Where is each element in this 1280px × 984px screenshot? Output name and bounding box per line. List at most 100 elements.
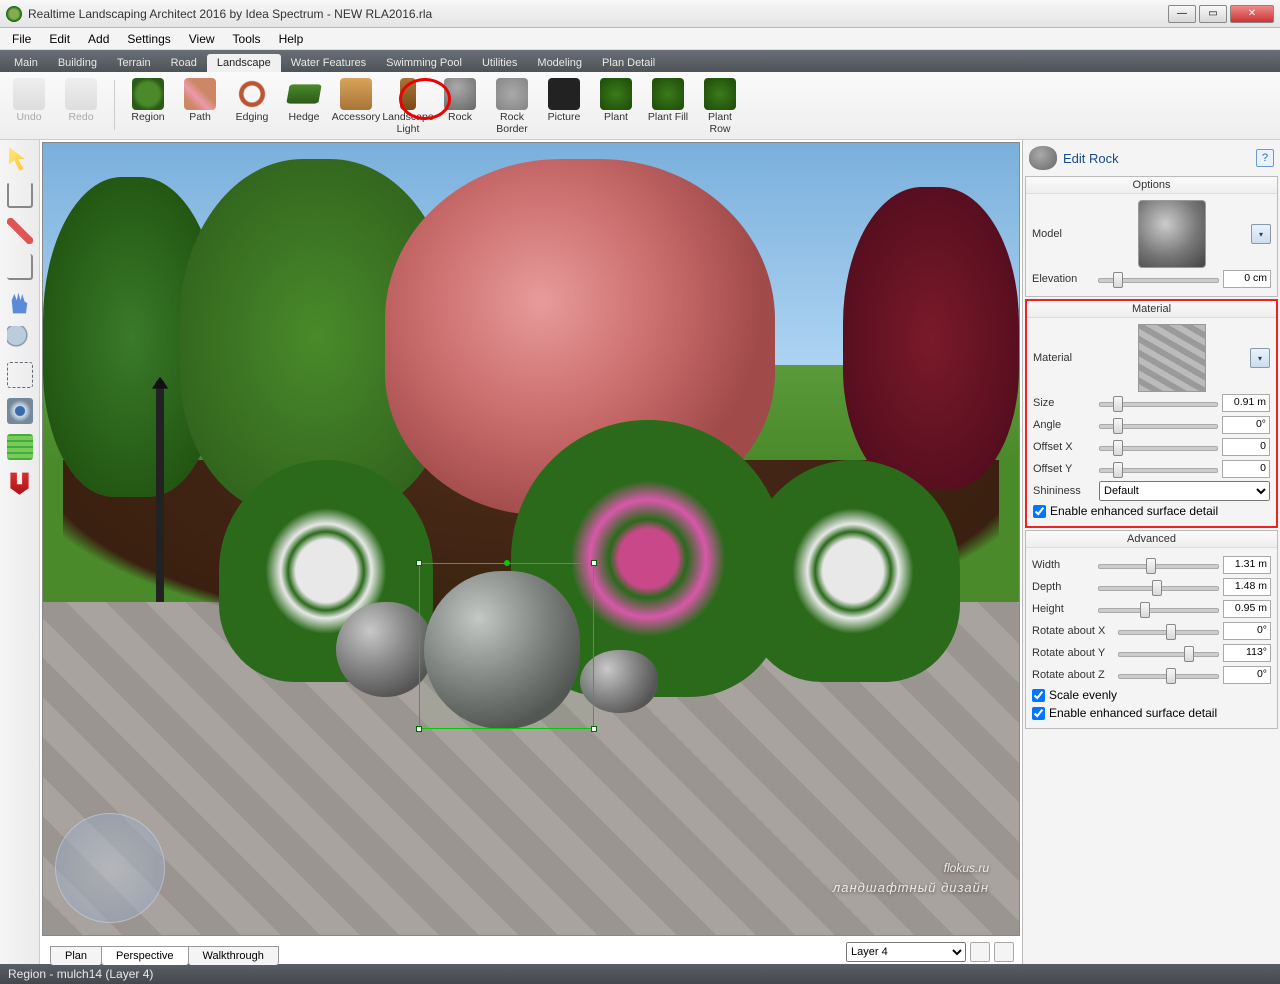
depth-value[interactable]: 1.48 m <box>1223 578 1271 596</box>
separator <box>114 80 115 130</box>
zoom-tool[interactable] <box>7 326 33 352</box>
enhanced-surface-checkbox-2[interactable] <box>1032 707 1045 720</box>
model-thumbnail[interactable] <box>1138 200 1206 268</box>
offsetx-label: Offset X <box>1033 441 1095 453</box>
hedge-button[interactable]: Hedge <box>281 76 327 126</box>
menu-add[interactable]: Add <box>80 30 117 48</box>
menu-settings[interactable]: Settings <box>119 30 178 48</box>
rock-button[interactable]: Rock <box>437 76 483 126</box>
snap-toggle[interactable] <box>7 470 33 496</box>
minimize-button[interactable]: — <box>1168 5 1196 23</box>
tab-landscape[interactable]: Landscape <box>207 54 281 72</box>
angle-value[interactable]: 0° <box>1222 416 1270 434</box>
maximize-button[interactable]: ▭ <box>1199 5 1227 23</box>
height-slider[interactable] <box>1098 600 1219 618</box>
curve-tool[interactable] <box>7 254 33 280</box>
rotatez-value[interactable]: 0° <box>1223 666 1271 684</box>
tab-water[interactable]: Water Features <box>281 54 376 72</box>
offsetx-value[interactable]: 0 <box>1222 438 1270 456</box>
lamp-object <box>141 381 180 603</box>
tab-modeling[interactable]: Modeling <box>527 54 592 72</box>
shininess-select[interactable]: Default <box>1099 481 1270 501</box>
view-tab-walkthrough[interactable]: Walkthrough <box>188 946 279 965</box>
menu-file[interactable]: File <box>4 30 39 48</box>
tab-pool[interactable]: Swimming Pool <box>376 54 472 72</box>
enhanced-surface-checkbox[interactable] <box>1033 505 1046 518</box>
depth-slider[interactable] <box>1098 578 1219 596</box>
offsety-slider[interactable] <box>1099 460 1218 478</box>
tab-building[interactable]: Building <box>48 54 107 72</box>
advanced-section: Advanced Width1.31 m Depth1.48 m Height0… <box>1025 530 1278 729</box>
menu-bar: File Edit Add Settings View Tools Help <box>0 28 1280 50</box>
hedge-icon <box>286 84 321 103</box>
offsetx-slider[interactable] <box>1099 438 1218 456</box>
tab-plandetail[interactable]: Plan Detail <box>592 54 665 72</box>
height-label: Height <box>1032 603 1094 615</box>
offsety-label: Offset Y <box>1033 463 1095 475</box>
edging-icon <box>236 78 268 110</box>
view-tab-perspective[interactable]: Perspective <box>101 946 188 965</box>
depth-label: Depth <box>1032 581 1094 593</box>
elevation-slider[interactable] <box>1098 270 1219 288</box>
size-slider[interactable] <box>1099 394 1218 412</box>
selection-box[interactable] <box>419 563 595 729</box>
pan-tool[interactable] <box>7 290 33 316</box>
tab-utilities[interactable]: Utilities <box>472 54 527 72</box>
accessory-button[interactable]: Accessory <box>333 76 379 126</box>
rotatez-slider[interactable] <box>1118 666 1219 684</box>
undo-button[interactable]: Undo <box>6 76 52 126</box>
select-tool[interactable] <box>7 146 33 172</box>
close-button[interactable]: ✕ <box>1230 5 1274 23</box>
options-header: Options <box>1026 177 1277 194</box>
view-tab-plan[interactable]: Plan <box>50 946 102 965</box>
path-button[interactable]: Path <box>177 76 223 126</box>
zoom-fit-tool[interactable] <box>7 362 33 388</box>
view-tool[interactable] <box>7 398 33 424</box>
left-toolbar <box>0 140 40 964</box>
material-dropdown-button[interactable]: ▾ <box>1250 348 1270 368</box>
angle-slider[interactable] <box>1099 416 1218 434</box>
region-button[interactable]: Region <box>125 76 171 126</box>
tab-road[interactable]: Road <box>161 54 207 72</box>
menu-tools[interactable]: Tools <box>225 30 269 48</box>
edging-button[interactable]: Edging <box>229 76 275 126</box>
offsety-value[interactable]: 0 <box>1222 460 1270 478</box>
accessory-icon <box>340 78 372 110</box>
material-thumbnail[interactable] <box>1138 324 1206 392</box>
rotatex-slider[interactable] <box>1118 622 1219 640</box>
rock-icon <box>444 78 476 110</box>
status-text: Region - mulch14 (Layer 4) <box>8 967 153 981</box>
menu-help[interactable]: Help <box>271 30 312 48</box>
rotate-tool[interactable] <box>7 182 33 208</box>
rotatex-value[interactable]: 0° <box>1223 622 1271 640</box>
menu-edit[interactable]: Edit <box>41 30 78 48</box>
plant-row-button[interactable]: Plant Row <box>697 76 743 137</box>
size-value[interactable]: 0.91 m <box>1222 394 1270 412</box>
width-label: Width <box>1032 559 1094 571</box>
tab-terrain[interactable]: Terrain <box>107 54 161 72</box>
layer-visibility-button[interactable] <box>994 942 1014 962</box>
width-slider[interactable] <box>1098 556 1219 574</box>
rotatey-slider[interactable] <box>1118 644 1219 662</box>
layer-select[interactable]: Layer 4 <box>846 942 966 962</box>
menu-view[interactable]: View <box>181 30 223 48</box>
viewport-3d[interactable]: flokus.ru ландшафтный дизайн <box>42 142 1020 936</box>
model-dropdown-button[interactable]: ▾ <box>1251 224 1271 244</box>
tab-main[interactable]: Main <box>4 54 48 72</box>
grid-toggle[interactable] <box>7 434 33 460</box>
help-button[interactable]: ? <box>1256 149 1274 167</box>
redo-button[interactable]: Redo <box>58 76 104 126</box>
navigation-wheel[interactable] <box>55 813 165 923</box>
width-value[interactable]: 1.31 m <box>1223 556 1271 574</box>
measure-tool[interactable] <box>7 218 33 244</box>
scale-evenly-checkbox[interactable] <box>1032 689 1045 702</box>
elevation-value[interactable]: 0 cm <box>1223 270 1271 288</box>
height-value[interactable]: 0.95 m <box>1223 600 1271 618</box>
rock-border-button[interactable]: Rock Border <box>489 76 535 137</box>
landscape-light-button[interactable]: Landscape Light <box>385 76 431 137</box>
layer-edit-button[interactable] <box>970 942 990 962</box>
picture-button[interactable]: Picture <box>541 76 587 126</box>
plant-fill-button[interactable]: Plant Fill <box>645 76 691 126</box>
plant-button[interactable]: Plant <box>593 76 639 126</box>
rotatey-value[interactable]: 113° <box>1223 644 1271 662</box>
